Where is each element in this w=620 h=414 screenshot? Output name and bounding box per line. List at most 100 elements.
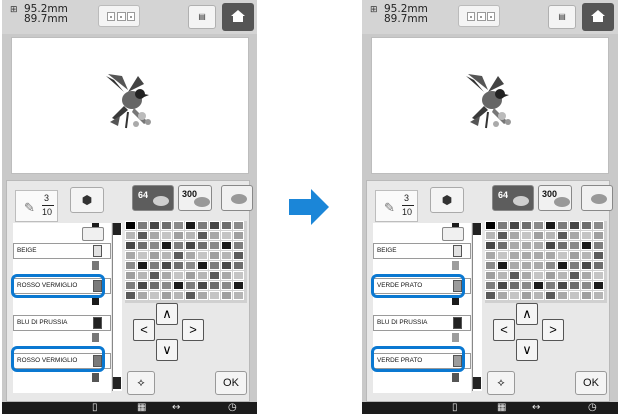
palette-color-chip[interactable] [149,231,160,240]
move-down-button[interactable]: ∨ [156,339,178,361]
palette-color-chip[interactable] [521,281,532,290]
needle-icon[interactable]: ↔ [172,402,180,414]
palette-color-chip[interactable] [509,241,520,250]
palette-color-chip[interactable] [581,221,592,230]
palette-color-chip[interactable] [593,251,604,260]
palette-color-chip[interactable] [221,221,232,230]
palette-color-chip[interactable] [509,251,520,260]
palette-color-chip[interactable] [185,271,196,280]
palette-color-chip[interactable] [209,291,220,300]
palette-color-chip[interactable] [125,251,136,260]
palette-color-chip[interactable] [521,271,532,280]
palette-color-chip[interactable] [569,281,580,290]
tab-palette-64[interactable]: 64 [132,185,174,211]
palette-color-chip[interactable] [533,291,544,300]
palette-color-chip[interactable] [221,261,232,270]
palette-color-chip[interactable] [197,291,208,300]
palette-color-chip[interactable] [581,241,592,250]
palette-color-chip[interactable] [233,261,244,270]
palette-color-chip[interactable] [173,251,184,260]
palette-color-chip[interactable] [509,291,520,300]
palette-color-chip[interactable] [233,241,244,250]
tab-user-palette[interactable] [581,185,613,211]
palette-color-chip[interactable] [149,241,160,250]
page-icon[interactable]: ▯ [452,402,458,414]
palette-color-chip[interactable] [173,221,184,230]
palette-color-chip[interactable] [233,291,244,300]
tab-palette-64[interactable]: 64 [492,185,534,211]
palette-color-chip[interactable] [221,281,232,290]
palette-color-chip[interactable] [485,271,496,280]
palette-color-chip[interactable] [545,251,556,260]
palette-color-chip[interactable] [557,231,568,240]
palette-color-chip[interactable] [545,241,556,250]
palette-color-chip[interactable] [497,281,508,290]
palette-color-chip[interactable] [485,251,496,260]
frame-selector-button[interactable] [98,5,140,27]
palette-color-chip[interactable] [149,271,160,280]
palette-color-chip[interactable] [497,231,508,240]
palette-color-chip[interactable] [185,261,196,270]
palette-color-chip[interactable] [581,231,592,240]
palette-color-chip[interactable] [497,241,508,250]
needle-icon[interactable]: ↔ [532,402,540,414]
palette-color-chip[interactable] [221,271,232,280]
palette-color-chip[interactable] [485,231,496,240]
palette-color-chip[interactable] [221,251,232,260]
palette-color-chip[interactable] [137,241,148,250]
palette-color-chip[interactable] [593,291,604,300]
palette-color-chip[interactable] [521,261,532,270]
palette-color-chip[interactable] [173,291,184,300]
palette-color-chip[interactable] [197,221,208,230]
sort-button[interactable] [442,227,464,241]
palette-color-chip[interactable] [557,251,568,260]
palette-color-chip[interactable] [545,291,556,300]
list-item[interactable]: BLU DI PRUSSIA [13,315,111,331]
palette-color-chip[interactable] [161,271,172,280]
palette-color-chip[interactable] [509,261,520,270]
palette-color-chip[interactable] [197,281,208,290]
palette-color-chip[interactable] [533,231,544,240]
palette-color-chip[interactable] [509,231,520,240]
palette-color-chip[interactable] [497,291,508,300]
palette-color-chip[interactable] [497,271,508,280]
palette-color-chip[interactable] [581,281,592,290]
move-up-button[interactable]: ∧ [516,303,538,325]
palette-color-chip[interactable] [125,231,136,240]
move-right-button[interactable]: > [542,319,564,341]
palette-color-chip[interactable] [557,221,568,230]
palette-color-chip[interactable] [485,291,496,300]
move-left-button[interactable]: < [493,319,515,341]
palette-color-chip[interactable] [593,271,604,280]
palette-color-chip[interactable] [137,281,148,290]
palette-color-chip[interactable] [161,261,172,270]
palette-color-chip[interactable] [173,271,184,280]
palette-color-chip[interactable] [125,261,136,270]
palette-color-chip[interactable] [185,291,196,300]
palette-color-chip[interactable] [545,261,556,270]
move-down-button[interactable]: ∨ [516,339,538,361]
palette-color-chip[interactable] [557,261,568,270]
palette-color-chip[interactable] [137,291,148,300]
palette-color-chip[interactable] [185,251,196,260]
palette-color-chip[interactable] [581,291,592,300]
memory-button[interactable]: ▤ [548,5,576,29]
palette-color-chip[interactable] [173,231,184,240]
palette-color-chip[interactable] [161,291,172,300]
cube-button[interactable]: ⬢ [70,187,104,213]
palette-color-chip[interactable] [149,261,160,270]
palette-color-chip[interactable] [209,261,220,270]
list-item[interactable]: BEIGE [13,243,111,259]
palette-color-chip[interactable] [137,271,148,280]
clock-icon[interactable]: ◷ [228,402,237,414]
palette-color-chip[interactable] [569,291,580,300]
palette-color-chip[interactable] [557,241,568,250]
tab-palette-300[interactable]: 300 [538,185,572,211]
palette-color-chip[interactable] [545,281,556,290]
palette-color-chip[interactable] [569,231,580,240]
palette-color-chip[interactable] [137,261,148,270]
palette-color-chip[interactable] [509,281,520,290]
palette-color-chip[interactable] [581,251,592,260]
cube-button[interactable]: ⬢ [430,187,464,213]
palette-color-chip[interactable] [533,221,544,230]
